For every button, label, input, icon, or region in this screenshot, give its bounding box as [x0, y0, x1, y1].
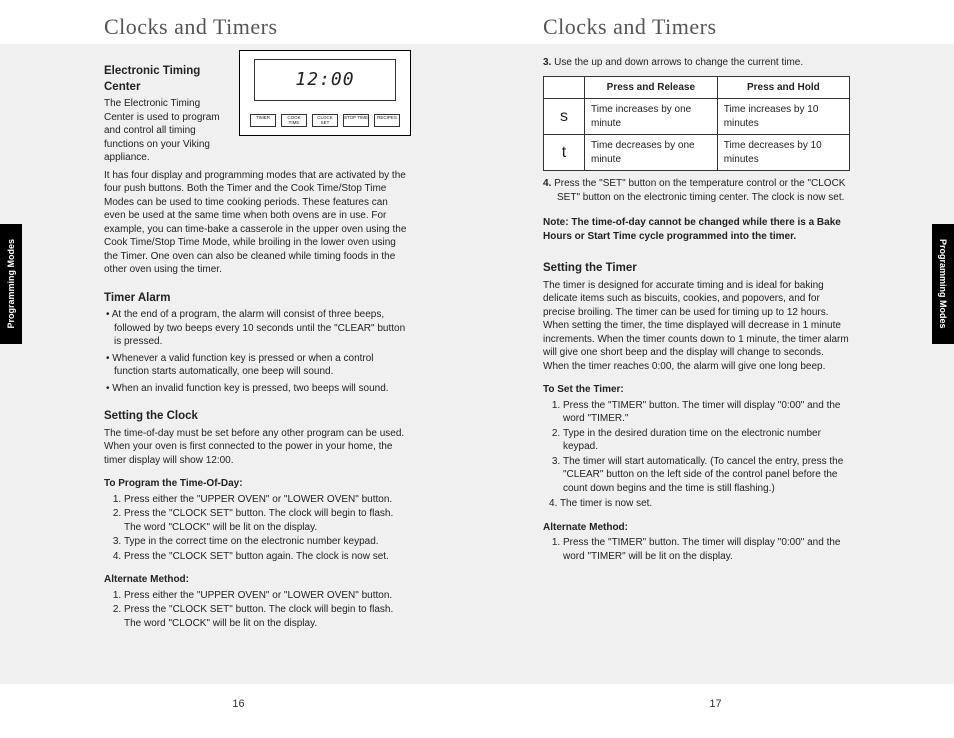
fig-btn-timer: TIMER [250, 114, 276, 127]
fig-btn-recipes: RECIPES [374, 114, 400, 127]
page-title: Clocks and Timers [543, 12, 717, 42]
cell: Time decreases by 10 minutes [717, 135, 849, 171]
note: Note: The time-of-day cannot be changed … [543, 217, 841, 242]
subhead-program-tod: To Program the Time-Of-Day: [104, 478, 243, 489]
step: Type in the desired duration time on the… [563, 427, 850, 454]
step: Press the "CLOCK SET" button again. The … [124, 550, 411, 564]
bullet: When an invalid function key is pressed,… [114, 382, 411, 396]
subhead-set-timer: To Set the Timer: [543, 384, 624, 395]
bullet: At the end of a program, the alarm will … [114, 308, 411, 349]
arrow-table: Press and Release Press and Hold s Time … [543, 76, 850, 172]
page-number: 17 [477, 697, 954, 712]
heading-setting-clock: Setting the Clock [104, 409, 411, 425]
page-16: Clocks and Timers Electronic Timing Cent… [0, 44, 477, 684]
intro-text-cont: It has four display and programming mode… [104, 169, 411, 277]
step-4: 4. Press the "SET" button on the tempera… [543, 177, 850, 204]
fig-btn-cooktime: COOK TIME [281, 114, 307, 127]
page-title: Clocks and Timers [104, 12, 278, 42]
timing-center-figure: 12:00 TIMER COOK TIME CLOCK SET STOP TIM… [239, 50, 411, 136]
step: Press the "CLOCK SET" button. The clock … [124, 603, 411, 630]
step: Press the "CLOCK SET" button. The clock … [124, 507, 411, 534]
step-4-timer: 4. The timer is now set. [549, 497, 850, 511]
intro-text: The Electronic Timing Center is used to … [104, 97, 229, 165]
step-3: 3. Use the up and down arrows to change … [543, 56, 850, 70]
fig-btn-stoptime: STOP TIME [343, 114, 369, 127]
page-number: 16 [0, 697, 477, 712]
step: The timer will start automatically. (To … [563, 455, 850, 496]
th-blank [544, 76, 585, 99]
subhead-alt-method: Alternate Method: [543, 522, 628, 533]
step: Press the "TIMER" button. The timer will… [563, 399, 850, 426]
step: Press the "TIMER" button. The timer will… [563, 536, 850, 563]
cell: Time increases by 10 minutes [717, 99, 849, 135]
cell: Time decreases by one minute [585, 135, 718, 171]
cell-up-arrow: s [544, 99, 585, 135]
step: Type in the correct time on the electron… [124, 535, 411, 549]
page-17: Clocks and Timers 3. Use the up and down… [477, 44, 954, 684]
subhead-alt-method: Alternate Method: [104, 574, 189, 585]
paragraph: The time-of-day must be set before any o… [104, 427, 411, 468]
heading-setting-timer: Setting the Timer [543, 261, 850, 277]
th-press-hold: Press and Hold [717, 76, 849, 99]
paragraph: The timer is designed for accurate timin… [543, 279, 850, 374]
step: Press either the "UPPER OVEN" or "LOWER … [124, 493, 411, 507]
heading-electronic-timing: Electronic Timing Center [104, 64, 229, 95]
bullet: Whenever a valid function key is pressed… [114, 352, 411, 379]
lcd-display: 12:00 [254, 59, 396, 101]
th-press-release: Press and Release [585, 76, 718, 99]
fig-btn-clockset: CLOCK SET [312, 114, 338, 127]
cell-down-arrow: t [544, 135, 585, 171]
heading-timer-alarm: Timer Alarm [104, 291, 411, 307]
cell: Time increases by one minute [585, 99, 718, 135]
step: Press either the "UPPER OVEN" or "LOWER … [124, 589, 411, 603]
